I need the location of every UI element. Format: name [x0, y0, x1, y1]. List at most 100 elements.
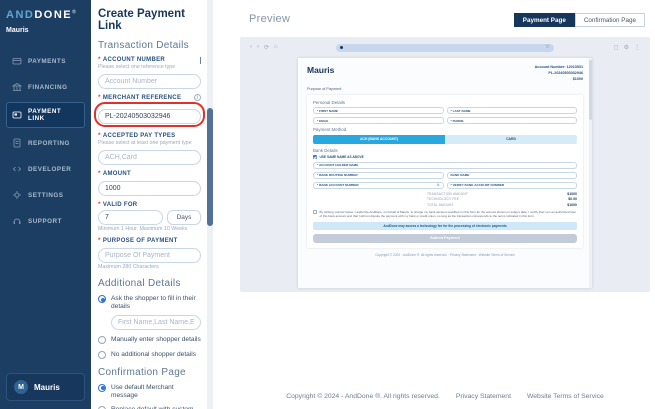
- radio-default-message[interactable]: Use default Merchant message: [98, 383, 201, 400]
- mini-bank-details-title: Bank Details: [313, 147, 338, 153]
- sidebar-item-settings[interactable]: SETTINGS: [6, 184, 85, 206]
- mini-submit-payment-button[interactable]: Submit Payment: [313, 233, 577, 243]
- valid-for-label: * VALID FOR: [98, 201, 201, 208]
- red-annotation-highlight: [94, 102, 205, 127]
- required-asterisk: *: [98, 201, 101, 208]
- mini-phone-field[interactable]: * PHONE: [446, 117, 577, 125]
- footer-terms-link[interactable]: Website Terms of Service: [527, 393, 604, 400]
- required-asterisk: *: [98, 170, 101, 177]
- mini-bank-name-field[interactable]: BANK NAME: [446, 171, 577, 179]
- summary-label: TOTAL AMOUNT: [427, 202, 454, 207]
- mini-page-footer: Copyright © 2024 · AndDone ®. All rights…: [375, 252, 515, 257]
- disclaimer-checkbox[interactable]: [313, 210, 317, 214]
- browser-menu-icon[interactable]: ⋮: [634, 44, 640, 51]
- mini-same-name-checkbox-row[interactable]: USE SAME NAME AS ABOVE: [313, 155, 577, 160]
- mini-tab-ach[interactable]: ACH (BANK ACCOUNT): [313, 134, 445, 144]
- favicon-icon: [340, 46, 343, 49]
- mini-tab-card[interactable]: CARD: [445, 134, 577, 144]
- logo-text-and: AND: [6, 9, 35, 21]
- mini-method-tabs: ACH (BANK ACCOUNT) CARD: [313, 134, 577, 144]
- browser-profile-icon[interactable]: ◻: [614, 44, 619, 51]
- browser-home-icon[interactable]: ⌂: [274, 44, 278, 51]
- mini-last-name-field[interactable]: * LAST NAME: [446, 107, 577, 115]
- accepted-pay-types-input[interactable]: [98, 150, 201, 165]
- purpose-label: * PURPOSE OF PAYMENT: [98, 237, 201, 244]
- mini-same-name-label: USE SAME NAME AS ABOVE: [319, 155, 364, 160]
- footer-privacy-link[interactable]: Privacy Statement: [456, 393, 511, 400]
- chevron-down-icon[interactable]: [200, 56, 201, 64]
- radio-no-shopper[interactable]: No additional shopper details: [98, 350, 201, 359]
- preview-area: Preview Payment Page Confirmation Page ‹…: [213, 0, 655, 409]
- tab-confirmation-page[interactable]: Confirmation Page: [574, 13, 645, 27]
- accepted-pay-types-helper: Please select at least one payment type: [98, 140, 192, 146]
- mini-verify-account-field[interactable]: * VERIFY BANK ACCOUNT NUMBER: [446, 181, 577, 189]
- sidebar-item-support[interactable]: SUPPORT: [6, 210, 85, 232]
- accepted-pay-types-label-text: ACCEPTED PAY TYPES: [102, 132, 176, 139]
- create-payment-link-panel: Create Payment Link Transaction Details …: [91, 0, 213, 409]
- mini-email-field[interactable]: * EMAIL: [313, 117, 444, 125]
- logo-text-done: DONE: [34, 9, 73, 21]
- section-confirmation-page: Confirmation Page: [98, 366, 186, 378]
- radio-icon: [98, 336, 106, 345]
- summary-label: TRANSACTION AMOUNT: [427, 191, 468, 196]
- mini-page-scrollbar-thumb[interactable]: [589, 60, 592, 120]
- purpose-input[interactable]: [98, 248, 201, 263]
- account-number-helper: Please select one reference type: [98, 64, 176, 70]
- user-name: Mauris: [34, 382, 60, 392]
- sidebar-item-financing[interactable]: FINANCING: [6, 76, 85, 98]
- radio-ask-shopper[interactable]: Ask the shopper to fill in their details: [98, 295, 201, 311]
- summary-value: $0.00: [568, 197, 577, 202]
- amount-label: * AMOUNT: [98, 170, 201, 177]
- valid-for-input[interactable]: [98, 210, 163, 225]
- merchant-reference-input[interactable]: [98, 109, 201, 124]
- section-additional-details: Additional Details: [98, 278, 181, 289]
- mini-page-scrollbar-track[interactable]: [589, 58, 592, 288]
- main-footer: Copyright © 2024 - AndDone ®. All rights…: [240, 393, 650, 400]
- valid-for-label-text: VALID FOR: [102, 201, 138, 208]
- account-number-label-text: ACCOUNT NUMBER: [102, 56, 166, 63]
- sidebar-item-label: SUPPORT: [28, 217, 62, 225]
- browser-extensions-icon[interactable]: ⚙: [624, 44, 629, 51]
- sidebar-merchant-name: Mauris: [6, 27, 29, 34]
- amount-input[interactable]: [98, 181, 201, 196]
- amount-label-text: AMOUNT: [102, 170, 131, 177]
- bookmark-star-icon[interactable]: ☆: [545, 44, 550, 51]
- valid-for-unit-select[interactable]: Days: [167, 210, 201, 225]
- account-number-input[interactable]: [98, 74, 201, 89]
- sidebar-item-payment-link[interactable]: PAYMENT LINK: [6, 102, 85, 128]
- mini-purpose-label: Purpose of Payment: [307, 86, 342, 91]
- sidebar-item-label: FINANCING: [28, 83, 68, 91]
- sidebar-item-reporting[interactable]: REPORTING: [6, 132, 85, 154]
- browser-back-icon[interactable]: ‹: [250, 44, 252, 51]
- sidebar-user-chip[interactable]: M Mauris: [6, 373, 85, 401]
- sidebar: ANDDONE® Mauris PAYMENTS FINANCING PAYME…: [0, 0, 91, 409]
- mini-account-holder-field[interactable]: * ACCOUNT HOLDER NAME: [313, 161, 577, 169]
- eye-icon[interactable]: ⊙: [437, 183, 440, 187]
- preview-panel: ‹ › ⟳ ⌂ ☆ ◻ ⚙ ⋮ Mauris Account Number: 1…: [240, 37, 650, 292]
- mini-bank-account-field[interactable]: * BANK ACCOUNT NUMBER ⊙: [313, 181, 444, 189]
- mini-payment-method-title: Payment Method: [313, 127, 347, 133]
- summary-value: $1000: [567, 202, 577, 207]
- tab-payment-page[interactable]: Payment Page: [513, 13, 575, 27]
- browser-refresh-icon[interactable]: ⟳: [264, 44, 269, 51]
- info-icon[interactable]: [194, 94, 201, 101]
- preview-header: Preview Payment Page Confirmation Page: [213, 0, 655, 27]
- sidebar-item-payments[interactable]: PAYMENTS: [6, 50, 85, 72]
- mini-routing-row: * BANK ROUTING NUMBER BANK NAME: [313, 171, 577, 179]
- sidebar-nav: PAYMENTS FINANCING PAYMENT LINK REPORTIN…: [6, 50, 85, 232]
- mini-contact-row: * EMAIL * PHONE: [313, 117, 577, 125]
- technology-fee-notice: AndDone may assess a technology fee for …: [313, 221, 577, 230]
- browser-url-bar[interactable]: ☆: [336, 43, 554, 52]
- sidebar-item-developer[interactable]: DEVELOPER: [6, 158, 85, 180]
- mini-routing-field[interactable]: * BANK ROUTING NUMBER: [313, 171, 444, 179]
- accepted-pay-types-label: * ACCEPTED PAY TYPES: [98, 132, 201, 139]
- browser-nav-icons: ‹ › ⟳ ⌂: [250, 44, 308, 51]
- browser-forward-icon[interactable]: ›: [257, 44, 259, 51]
- radio-label: Manually enter shopper details: [111, 336, 201, 344]
- mini-first-name-field[interactable]: * FIRST NAME: [313, 107, 444, 115]
- radio-label: Ask the shopper to fill in their details: [111, 295, 196, 311]
- shopper-fields-input[interactable]: [111, 315, 201, 331]
- required-asterisk: *: [98, 94, 101, 101]
- panel-title: Create Payment Link: [98, 8, 185, 32]
- radio-manual-shopper[interactable]: Manually enter shopper details: [98, 336, 201, 345]
